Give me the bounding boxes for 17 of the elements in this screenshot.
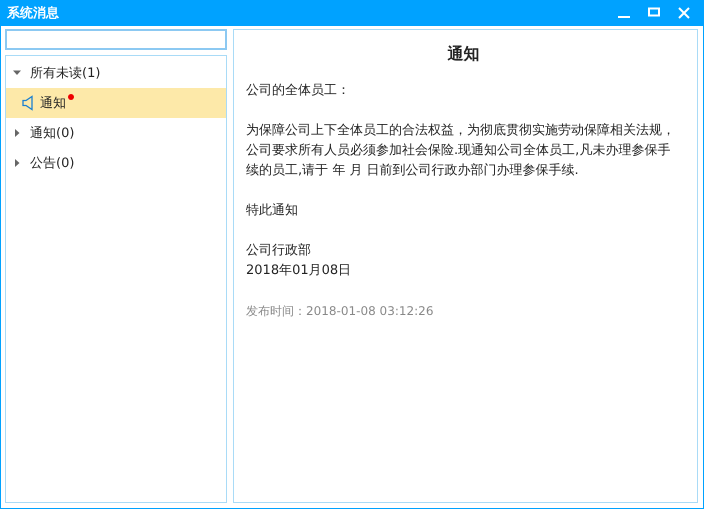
- department-text: 公司行政部: [246, 242, 312, 260]
- date-text: 2018年01月08日: [246, 262, 352, 280]
- tree-item[interactable]: 公告(0): [6, 148, 226, 178]
- tree-item[interactable]: 通知(0): [6, 118, 226, 148]
- search-field[interactable]: [5, 29, 227, 50]
- expand-arrow-icon[interactable]: [12, 158, 22, 168]
- message-title: 通知: [446, 44, 480, 65]
- greeting-text: 公司的全体员工：: [246, 82, 351, 100]
- publish-time: 发布时间：2018-01-08 03:12:26: [246, 303, 434, 320]
- expand-arrow-icon[interactable]: [12, 128, 22, 138]
- tree-item[interactable]: 通知: [6, 88, 226, 118]
- tree-item[interactable]: 所有未读(1): [6, 58, 226, 88]
- speaker-icon: [22, 95, 34, 111]
- closing-text: 特此通知: [246, 202, 299, 220]
- message-body: 为保障公司上下全体员工的合法权益，为彻底贯彻实施劳动保障相关法规，公司要求所有人员必须参加社会保险.现通知公司全体员工,凡未办理参保手续的员工,请于 年 月 日前到公司行政办部门办理参保手续.: [246, 122, 676, 180]
- close-icon[interactable]: [677, 6, 691, 20]
- window-title: 系统消息: [7, 4, 60, 22]
